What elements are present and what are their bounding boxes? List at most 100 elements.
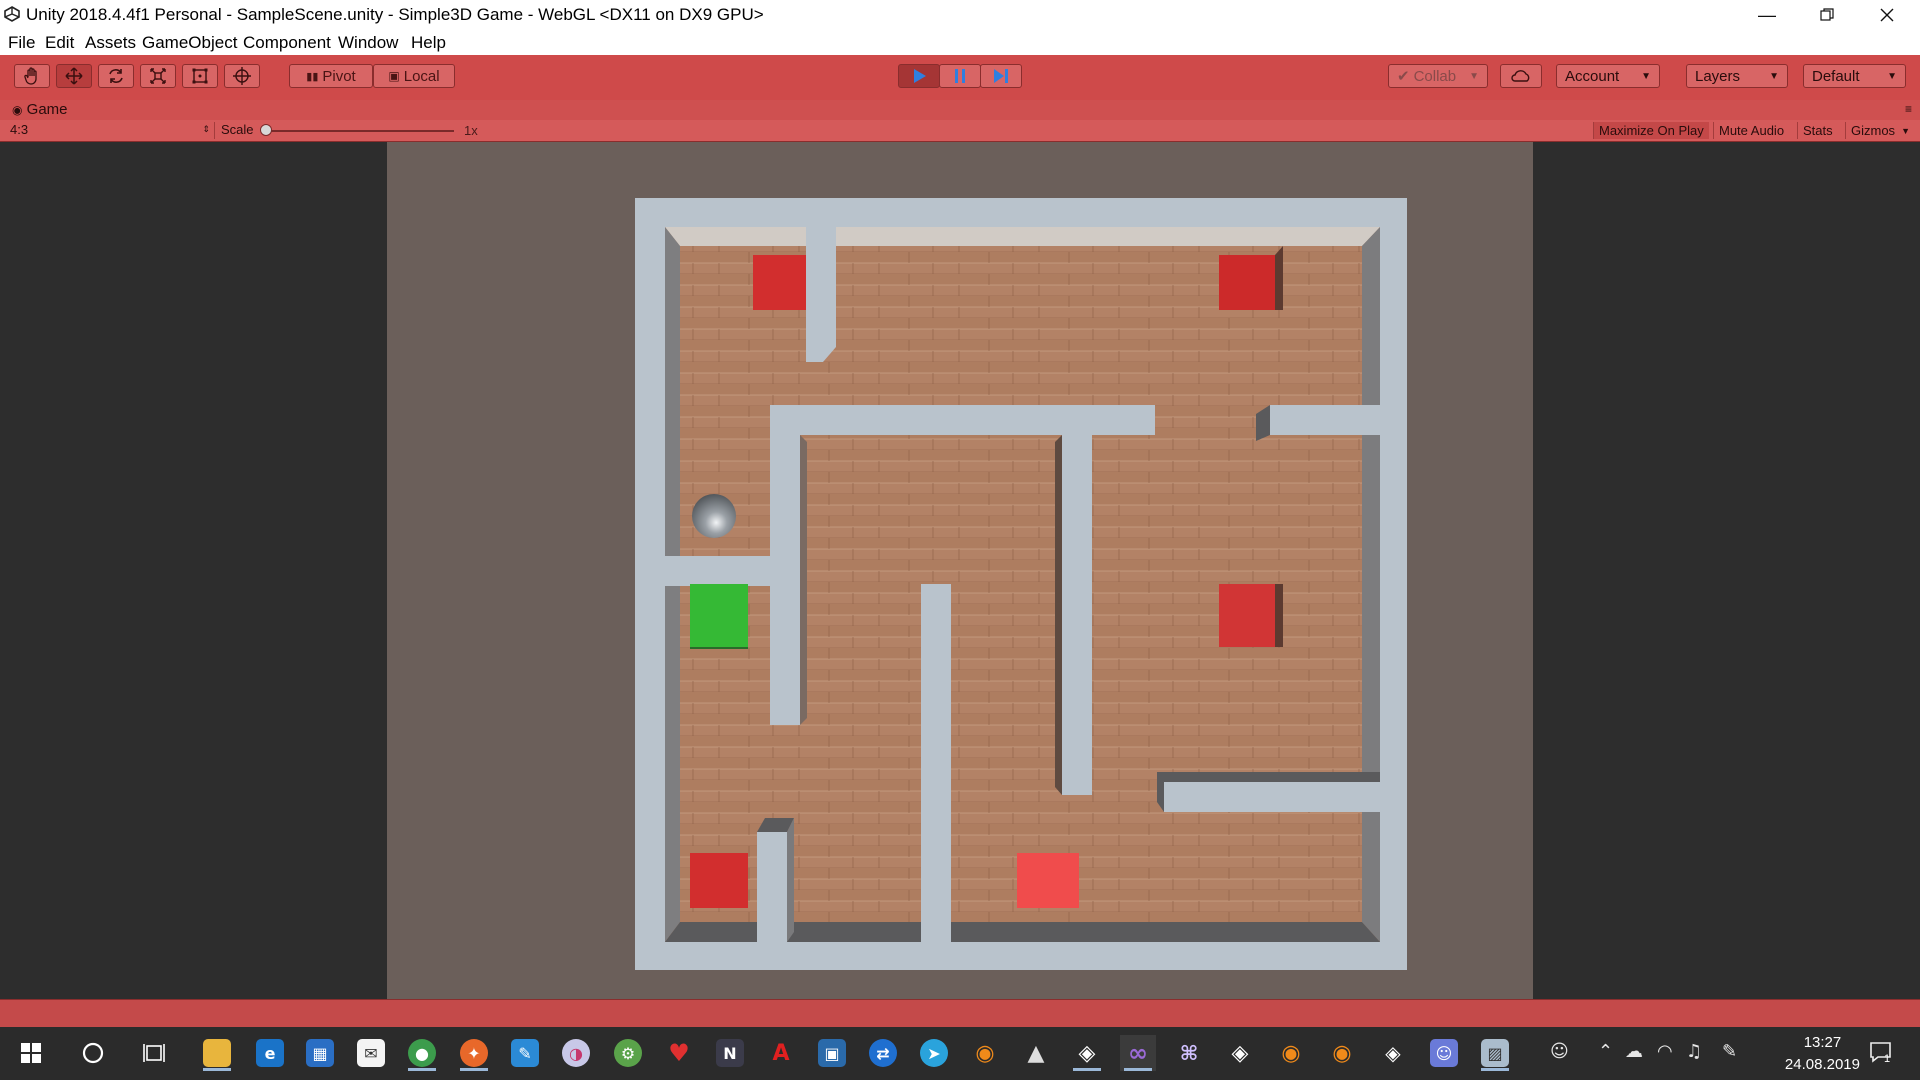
game-view[interactable] [387,142,1533,999]
pause-button[interactable] [939,64,981,88]
taskbar-telegram[interactable]: ➤ [916,1035,952,1071]
restore-button[interactable] [1797,0,1857,30]
taskbar-chrome[interactable]: ● [404,1035,440,1071]
taskbar-visual-studio[interactable]: ∞ [1120,1035,1156,1071]
people-icon[interactable]: ☺ [1550,1041,1569,1062]
menu-component[interactable]: Component [243,33,331,53]
taskbar-inkscape[interactable]: ▲ [1018,1035,1054,1071]
move-icon [65,67,83,85]
menu-edit[interactable]: Edit [45,33,74,53]
maze-wall [1164,782,1380,812]
scale-label: Scale [214,122,254,139]
taskbar-store[interactable]: ▦ [302,1035,338,1071]
taskbar-unity[interactable]: ◈ [1069,1035,1105,1071]
local-toggle[interactable]: ▣ Local [373,64,455,88]
stats-button[interactable]: Stats [1797,122,1838,139]
taskbar-firefox[interactable]: ✦ [456,1035,492,1071]
taskbar-mail[interactable]: ✉ [353,1035,389,1071]
taskbar-discord[interactable]: ☺ [1426,1035,1462,1071]
menu-gameobject[interactable]: GameObject [142,33,237,53]
taskbar-file-explorer[interactable] [199,1035,235,1071]
maximize-on-play-button[interactable]: Maximize On Play [1593,122,1709,139]
taskbar-blender[interactable]: ◉ [967,1035,1003,1071]
visual-studio-icon: ∞ [1128,1039,1148,1067]
menu-assets[interactable]: Assets [85,33,136,53]
taskbar-acrobat[interactable]: A [763,1035,799,1071]
goal-tile [690,584,748,648]
task-view-button[interactable] [136,1035,172,1071]
taskbar-paint[interactable]: ✎ [507,1035,543,1071]
play-button[interactable] [898,64,940,88]
gizmos-button[interactable]: Gizmos ▼ [1845,122,1915,139]
scale-slider-track[interactable] [266,130,454,132]
maze-wall [921,584,951,942]
taskbar-unity-hub[interactable]: ◈ [1222,1035,1258,1071]
menu-bar: File Edit Assets GameObject Component Wi… [0,30,1920,55]
hazard-tile [1219,255,1275,310]
discord-icon: ☺ [1430,1039,1458,1067]
taskbar-blender-3[interactable]: ◉ [1324,1035,1360,1071]
maze-wall [770,405,800,725]
rect-tool-button[interactable] [182,64,218,88]
menu-help[interactable]: Help [411,33,446,53]
menu-window[interactable]: Window [338,33,398,53]
screenshot-icon: ▨ [1481,1039,1509,1067]
search-button[interactable] [75,1035,111,1071]
volume-icon[interactable]: ♫ [1686,1041,1702,1062]
action-center-button[interactable]: 1 [1868,1039,1898,1069]
minimize-button[interactable]: — [1737,0,1797,30]
rotate-tool-button[interactable] [98,64,134,88]
pen-icon[interactable]: ✎ [1722,1041,1737,1062]
account-dropdown[interactable]: Account ▼ [1556,64,1660,88]
tray-chevron-up-icon[interactable]: ⌃ [1598,1041,1613,1062]
taskbar-edge[interactable]: e [252,1035,288,1071]
onedrive-icon[interactable]: ☁ [1625,1041,1643,1062]
taskbar-heart-app[interactable]: ♥ [661,1035,697,1071]
scale-tool-button[interactable] [140,64,176,88]
wifi-icon[interactable]: ◠ [1657,1041,1673,1062]
close-icon [1880,8,1894,22]
collab-dropdown[interactable]: ✔ Collab ▼ [1388,64,1488,88]
transform-tool-button[interactable] [224,64,260,88]
taskbar-pixel-app[interactable]: ⌘ [1171,1035,1207,1071]
taskbar-cube-app[interactable]: ▣ [814,1035,850,1071]
maze-wall [757,832,787,942]
taskbar-teamviewer[interactable]: ⇄ [865,1035,901,1071]
layers-dropdown[interactable]: Layers ▼ [1686,64,1788,88]
edge-icon: e [256,1039,284,1067]
menu-file[interactable]: File [8,33,35,53]
hand-icon [24,67,37,85]
taskbar-blender-2[interactable]: ◉ [1273,1035,1309,1071]
chevron-down-icon: ▼ [1769,70,1779,82]
scale-slider-thumb[interactable] [260,124,272,136]
android-studio-icon: ⚙ [614,1039,642,1067]
move-tool-button[interactable] [56,64,92,88]
pause-icon [955,69,965,83]
taskbar-unity-3[interactable]: ◈ [1375,1035,1411,1071]
panel-menu-icon[interactable]: ≡ [1905,102,1912,116]
hand-tool-button[interactable] [14,64,50,88]
blender-icon: ◉ [1332,1040,1352,1066]
step-button[interactable] [980,64,1022,88]
game-view-controls: 4:3 ⇕ Scale 1x Maximize On Play Mute Aud… [0,120,1920,142]
start-button[interactable] [13,1035,49,1071]
taskbar-screenshot-app[interactable]: ▨ [1477,1035,1513,1071]
pivot-toggle[interactable]: ▮▮ Pivot [289,64,373,88]
status-bar [0,999,1920,1027]
taskbar-osu[interactable]: ◑ [558,1035,594,1071]
taskbar-nuget[interactable]: N [712,1035,748,1071]
title-bar: Unity 2018.4.4f1 Personal - SampleScene.… [0,0,1920,30]
layout-dropdown[interactable]: Default ▼ [1803,64,1906,88]
scale-icon [150,68,166,84]
close-button[interactable] [1857,0,1917,30]
mute-audio-button[interactable]: Mute Audio [1713,122,1789,139]
tab-game[interactable]: ◉ Game [12,101,68,118]
cloud-button[interactable] [1500,64,1542,88]
game-controller-icon: ◉ [12,103,23,117]
mail-icon: ✉ [357,1039,385,1067]
taskbar-android-studio[interactable]: ⚙ [610,1035,646,1071]
aspect-dropdown[interactable]: 4:3 ⇕ [10,122,210,139]
blender-icon: ◉ [975,1040,995,1066]
inkscape-icon: ▲ [1027,1040,1045,1066]
system-clock[interactable]: 13:27 24.08.2019 [1785,1032,1860,1076]
